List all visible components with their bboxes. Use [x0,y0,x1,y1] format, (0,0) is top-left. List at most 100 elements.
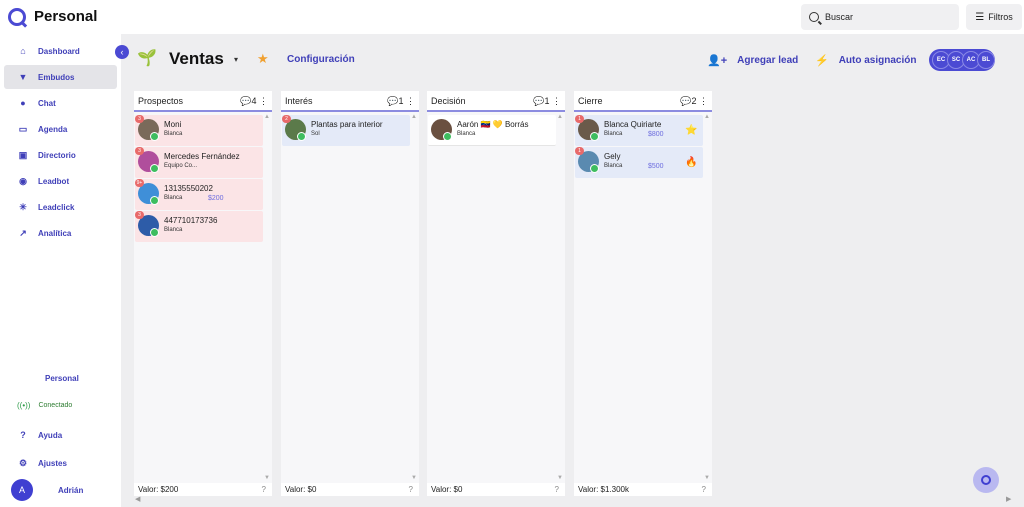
lead-name: Gely [604,152,621,161]
help-icon[interactable]: ? [702,485,706,494]
sidebar-item-label: Leadbot [38,176,70,186]
lead-card[interactable]: 9+ 13135550202 Blanca $200 [135,179,263,210]
column-footer: Valor: $0? [427,483,565,496]
auto-assign-button[interactable]: ⚡ Auto asignación [815,54,917,67]
column-header[interactable]: Prospectos 💬4 ⋮ [134,91,272,112]
column-header[interactable]: Decisión 💬1 ⋮ [427,91,565,112]
workspace-label[interactable]: Personal [45,374,79,383]
sidebar-item-agenda[interactable]: ▭ Agenda [4,117,117,141]
column-count[interactable]: 💬4 ⋮ [240,96,268,107]
lead-card[interactable]: 3 Moni Blanca [135,115,263,146]
help-icon: ? [20,430,26,440]
sidebar-item-analitica[interactable]: ↗ Analítica [4,221,117,245]
help-icon[interactable]: ? [262,485,266,494]
chat-widget-button[interactable] [973,467,999,493]
sliders-icon: ☰ [975,11,985,23]
scroll-up-icon[interactable]: ▲ [704,114,710,120]
column-count-value: 1 [398,96,404,106]
more-icon: ⋮ [699,96,708,106]
lead-agent: Equipo Co... [164,163,198,169]
column-title: Decisión [431,95,466,106]
more-icon: ⋮ [552,96,561,106]
lead-card[interactable]: 1 Gely Blanca $500 🔥 [575,147,703,178]
unread-badge: 2 [282,115,291,123]
bot-icon: ◉ [19,175,27,186]
column-count[interactable]: 💬2 ⋮ [680,96,708,107]
column-total: Valor: $0 [431,485,463,494]
column-footer: Valor: $1.300k? [574,483,712,496]
scroll-up-icon[interactable]: ▲ [557,114,563,120]
lead-card[interactable]: 1 Blanca Quiriarte Blanca $800 ⭐ [575,115,703,146]
sidebar-item-ayuda[interactable]: ? Ayuda [4,423,117,447]
column-header[interactable]: Interés 💬1 ⋮ [281,91,419,112]
sidebar-item-directorio[interactable]: ▣ Directorio [4,143,117,167]
sidebar-item-ajustes[interactable]: ⚙ Ajustes [4,451,117,475]
unread-badge: 3 [135,115,144,123]
lead-name: 13135550202 [164,184,213,193]
chevron-left-icon: ‹ [120,47,124,57]
main-area: 🌱 Ventas ▾ ★ Configuración 👤+ Agregar lea… [121,34,1024,507]
scroll-right-icon[interactable]: ▶ [1006,495,1011,503]
sidebar-item-label: Chat [38,98,56,108]
column-count[interactable]: 💬1 ⋮ [533,96,561,107]
sidebar-item-leadclick[interactable]: ✳ Leadclick [4,195,117,219]
column-count-value: 1 [544,96,550,106]
whatsapp-icon [590,164,599,173]
column-total: Valor: $1.300k [578,485,629,494]
scroll-up-icon[interactable]: ▲ [411,114,417,120]
help-icon[interactable]: ? [409,485,413,494]
scroll-down-icon[interactable]: ▼ [557,475,563,481]
user-name[interactable]: Adrián [58,486,83,495]
chat-count-icon: 💬 [387,96,399,106]
scroll-left-icon[interactable]: ◀ [135,495,140,503]
unread-badge: 1 [575,147,584,155]
agent-avatar: BL [977,51,995,69]
column-footer: Valor: $200? [134,483,272,496]
scroll-down-icon[interactable]: ▼ [264,475,270,481]
whatsapp-icon [150,228,159,237]
search-button[interactable]: Buscar [801,4,959,30]
filters-button[interactable]: ☰ Filtros [966,4,1022,30]
lead-value: $200 [208,195,224,202]
whatsapp-icon [150,132,159,141]
avatar[interactable]: A [11,479,33,501]
chevron-down-icon[interactable]: ▾ [234,55,238,64]
lead-value: $800 [648,131,664,138]
help-icon[interactable]: ? [555,485,559,494]
lead-card[interactable]: 3 447710173736 Blanca [135,211,263,242]
column-title: Prospectos [138,95,184,106]
scroll-up-icon[interactable]: ▲ [264,114,270,120]
sidebar-item-label: Dashboard [38,46,80,56]
add-user-icon: 👤+ [707,55,728,67]
sidebar-item-dashboard[interactable]: ⌂ Dashboard [4,39,117,63]
lead-card[interactable]: 3 Mercedes Fernández Equipo Co... [135,147,263,178]
sidebar-item-embudos[interactable]: ▼ Embudos [4,65,117,89]
lead-agent: Blanca [164,227,183,233]
collapse-sidebar-button[interactable]: ‹ [115,45,129,59]
add-lead-button[interactable]: 👤+ Agregar lead [707,54,798,67]
lead-agent: Blanca [164,131,183,137]
lead-name: Mercedes Fernández [164,152,240,161]
sidebar-item-leadbot[interactable]: ◉ Leadbot [4,169,117,193]
agents-group[interactable]: EC SC AC BL [929,49,995,71]
star-icon[interactable]: ★ [257,51,269,67]
chat-count-icon: 💬 [240,96,252,106]
home-icon: ⌂ [20,46,26,56]
config-link[interactable]: Configuración [287,54,355,65]
app-root: Personal Buscar ☰ Filtros ⌂ Dashboard ▼ Em… [0,0,1024,507]
lead-card[interactable]: Aarón 🇻🇪 💛 Borrás Blanca [428,115,556,146]
scroll-down-icon[interactable]: ▼ [704,475,710,481]
unread-badge: 1 [575,115,584,123]
sidebar-item-chat[interactable]: ● Chat [4,91,117,115]
column-header[interactable]: Cierre 💬2 ⋮ [574,91,712,112]
lead-value: $500 [648,163,664,170]
lead-name: Plantas para interior [311,120,383,129]
lead-card[interactable]: 2 Plantas para interior Sol [282,115,410,146]
lead-name: Aarón 🇻🇪 💛 Borrás [457,120,529,129]
search-icon [809,12,819,22]
filters-label: Filtros [988,12,1013,22]
column-count[interactable]: 💬1 ⋮ [387,96,415,107]
more-icon: ⋮ [406,96,415,106]
scroll-down-icon[interactable]: ▼ [411,475,417,481]
whatsapp-icon [150,164,159,173]
